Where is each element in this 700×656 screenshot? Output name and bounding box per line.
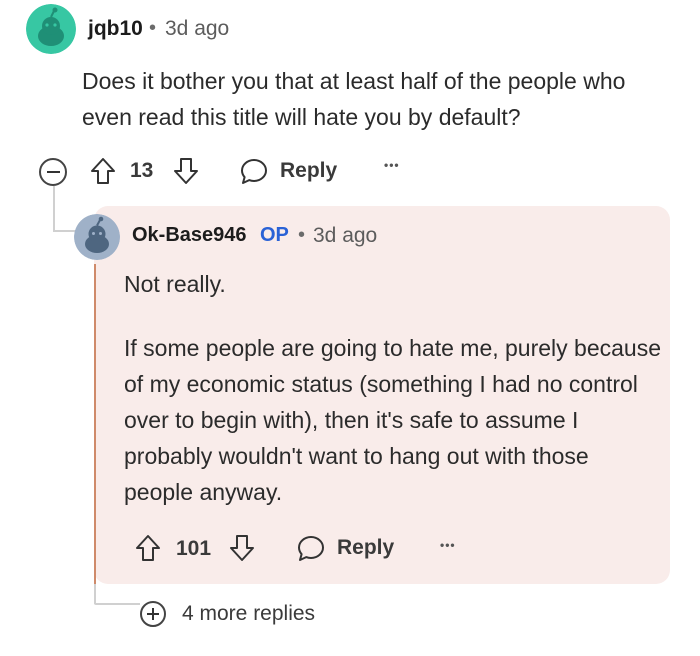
downvote-icon — [174, 158, 198, 184]
reply-downvote-button[interactable] — [229, 534, 255, 562]
separator-dot: • — [149, 17, 157, 39]
reply-reply-button[interactable]: Reply — [297, 534, 394, 562]
reply-separator-dot: • — [298, 224, 306, 246]
reply-reply-label: Reply — [337, 536, 395, 559]
more-replies-button[interactable]: 4 more replies — [140, 601, 315, 627]
op-badge: OP — [260, 224, 289, 246]
comment-timestamp[interactable]: 3d ago — [165, 17, 229, 41]
comment-icon — [241, 159, 267, 184]
reply-paragraph-1: Not really. — [124, 271, 226, 297]
reply-label: Reply — [280, 159, 338, 182]
downvote-icon — [230, 535, 254, 561]
comment-icon — [298, 536, 324, 561]
avatar[interactable] — [26, 4, 76, 54]
thread-line-connector — [53, 206, 55, 232]
thread-line-hook — [53, 230, 77, 232]
thread-line-more-hook — [94, 603, 140, 605]
comment-username[interactable]: jqb10 — [88, 17, 143, 41]
upvote-button[interactable] — [90, 157, 116, 185]
upvote-icon — [136, 535, 160, 561]
reply-upvote-button[interactable] — [135, 534, 161, 562]
reply-button[interactable]: Reply — [240, 157, 337, 185]
reply-username[interactable]: Ok-Base946 — [132, 224, 247, 247]
reply-vote-count: 101 — [176, 537, 212, 560]
reply-avatar[interactable] — [74, 214, 120, 260]
reply-paragraph-2: If some people are going to hate me, pur… — [124, 335, 662, 505]
reply-timestamp[interactable]: 3d ago — [313, 224, 377, 248]
downvote-button[interactable] — [173, 157, 199, 185]
comment-body: Does it bother you that at least half of… — [82, 68, 626, 130]
op-highlight-bar — [94, 264, 96, 584]
vote-count: 13 — [130, 159, 154, 182]
plus-circle-icon — [140, 601, 166, 627]
more-options-button[interactable]: ••• — [384, 158, 400, 172]
more-replies-label: 4 more replies — [182, 602, 316, 625]
reply-more-options-button[interactable]: ••• — [440, 538, 456, 552]
upvote-icon — [91, 158, 115, 184]
thread-line-lower — [94, 584, 96, 604]
thread-line-main — [53, 186, 55, 208]
collapse-thread-button[interactable] — [39, 158, 67, 186]
